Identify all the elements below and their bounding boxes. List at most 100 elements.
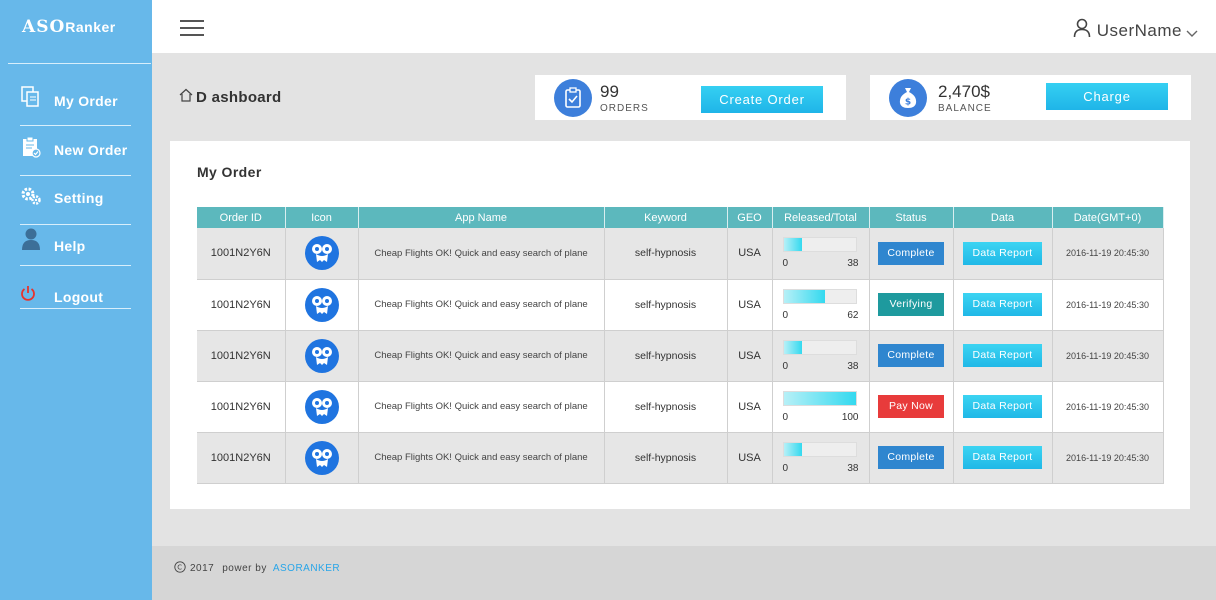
data-report-button[interactable]: Data Report [963,344,1042,367]
column-header[interactable]: Data [953,207,1053,228]
sidebar-item-logout[interactable]: Logout [20,282,131,309]
progress-bar [782,237,857,253]
orders-caption: ORDERS [600,103,649,114]
column-header[interactable]: Icon [285,207,359,228]
logo[interactable]: ASORanker [22,17,116,37]
date: 2016-11-19 20:45:30 [1052,330,1164,382]
geo: USA [727,432,773,484]
release-progress: 0 38 [782,338,859,374]
page-title-initial: D [196,89,208,106]
gears-icon [20,185,42,207]
order-id: 1001N2Y6N [197,279,286,331]
release-progress: 0 38 [782,235,859,271]
sidebar-item-label: New Order [54,142,128,158]
progress-fill [783,238,802,252]
app-icon[interactable] [304,440,339,475]
date: 2016-11-19 20:45:30 [1052,228,1164,280]
clipboard-check-icon [20,136,42,158]
released-count: 0 [782,462,789,474]
top-bar: UserName [152,0,1216,53]
balance-caption: BALANCE [938,103,992,114]
power-icon [20,282,36,304]
table-row: 1001N2Y6N Cheap Flights OK! Quick and eas… [197,381,1164,433]
username: UserName [1096,20,1182,40]
user-menu[interactable]: UserName [1073,18,1198,43]
create-order-button[interactable]: Create Order [701,86,823,113]
status-button[interactable]: Verifying [878,293,944,316]
sidebar-item-my-order[interactable]: My Order [20,86,131,126]
copyright-icon: C [174,561,186,576]
column-header[interactable]: Status [869,207,954,228]
column-header[interactable]: Released/Total [772,207,870,228]
release-progress: 0 38 [782,440,859,476]
keyword: self-hypnosis [604,330,728,382]
total-count: 38 [847,360,859,372]
release-progress: 0 62 [782,287,859,323]
released-count: 0 [782,360,789,372]
sidebar-item-label: Logout [54,289,104,305]
progress-bar [782,441,857,457]
sidebar-item-setting[interactable]: Setting [20,185,131,225]
table-header-row: Order ID Icon App Name Keyword GEO Relea… [197,207,1164,228]
orders-stat-card: 99 ORDERS Create Order [535,75,846,120]
logo-text-main: ASO [22,17,66,37]
progress-bar [782,288,857,304]
geo: USA [727,381,773,433]
data-report-button[interactable]: Data Report [963,293,1042,316]
balance-amount: 2,470$ [938,82,990,101]
table-row: 1001N2Y6N Cheap Flights OK! Quick and eas… [197,228,1164,280]
app-name: Cheap Flights OK! Quick and easy search … [358,381,605,433]
column-header[interactable]: Order ID [197,207,286,228]
charge-button[interactable]: Charge [1046,83,1168,110]
date: 2016-11-19 20:45:30 [1052,381,1164,433]
total-count: 100 [841,411,859,423]
app-icon[interactable] [304,389,339,424]
logo-text-secondary: Ranker [65,19,116,35]
column-header[interactable]: App Name [358,207,605,228]
status-button[interactable]: Complete [878,241,944,265]
order-id: 1001N2Y6N [197,381,286,433]
released-count: 0 [782,258,789,270]
svg-text:C: C [177,564,182,572]
sidebar-item-label: Setting [54,190,104,206]
table-row: 1001N2Y6N Cheap Flights OK! Quick and eas… [197,279,1164,331]
total-count: 38 [847,462,859,474]
column-header[interactable]: Date(GMT+0) [1052,207,1164,228]
column-header[interactable]: GEO [727,207,773,228]
data-report-button[interactable]: Data Report [963,241,1042,265]
keyword: self-hypnosis [604,228,728,280]
sidebar-item-new-order[interactable]: New Order [20,136,131,176]
page-title-text: ashboard [211,89,282,106]
progress-fill [783,340,802,354]
data-report-button[interactable]: Data Report [963,395,1042,418]
sidebar: ASORanker My Order New Order Setting Hel… [0,0,152,600]
footer: C 2017 power by ASORANKER [152,546,1216,600]
table-row: 1001N2Y6N Cheap Flights OK! Quick and eas… [197,330,1164,382]
svg-text:$: $ [905,98,911,108]
app-icon[interactable] [304,287,339,322]
sidebar-item-label: Help [54,238,86,254]
data-report-button[interactable]: Data Report [963,446,1042,469]
balance-stat-card: $ 2,470$ BALANCE Charge [870,75,1191,120]
status-button[interactable]: Complete [878,344,944,367]
menu-icon[interactable] [180,20,204,36]
home-icon[interactable] [179,88,193,107]
user-icon [1073,18,1091,43]
money-bag-icon: $ [889,79,927,117]
geo: USA [727,228,773,280]
status-button[interactable]: Pay Now [878,395,944,418]
order-id: 1001N2Y6N [197,228,286,280]
clipboard-icon [554,79,592,117]
status-button[interactable]: Complete [878,446,944,469]
asoranker-link[interactable]: ASORANKER [273,563,340,574]
app-icon[interactable] [304,338,339,373]
app-icon[interactable] [304,236,339,271]
app-name: Cheap Flights OK! Quick and easy search … [358,432,605,484]
total-count: 62 [847,309,859,321]
column-header[interactable]: Keyword [604,207,728,228]
powered-by-text: power by [222,563,267,574]
order-id: 1001N2Y6N [197,330,286,382]
geo: USA [727,279,773,331]
sidebar-item-help[interactable]: Help [20,226,131,266]
app-name: Cheap Flights OK! Quick and easy search … [358,228,605,280]
